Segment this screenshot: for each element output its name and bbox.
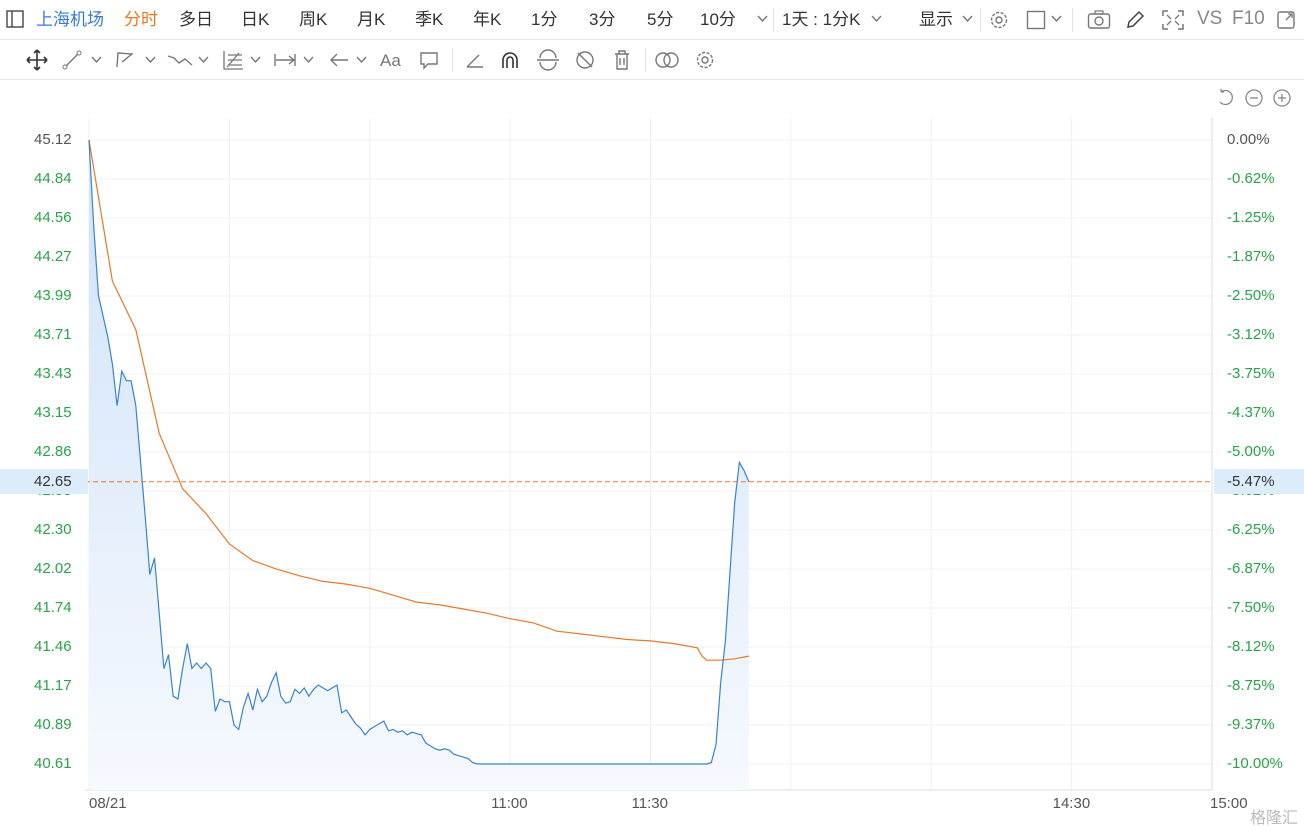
percent-tick-label: -1.25% — [1227, 209, 1275, 226]
time-tick-label: 11:00 — [491, 795, 528, 812]
price-tick-label: 43.15 — [34, 404, 72, 421]
percent-tick-label: -4.37% — [1227, 404, 1275, 421]
price-tick-label: 44.56 — [34, 209, 72, 226]
time-tick-label: 08/21 — [89, 795, 127, 812]
intraday-chart[interactable] — [0, 0, 1304, 830]
chart-grid — [85, 118, 1213, 791]
price-tick-label: 44.84 — [34, 170, 72, 187]
percent-tick-label: -5.00% — [1227, 443, 1275, 460]
current-price: 42.65 — [34, 473, 72, 490]
percent-tick-label: -8.12% — [1227, 638, 1275, 655]
price-tick-label: 43.43 — [34, 365, 72, 382]
percent-tick-label: -6.25% — [1227, 521, 1275, 538]
price-tick-label: 42.02 — [34, 560, 72, 577]
price-tick-label: 41.17 — [34, 677, 72, 694]
time-tick-label: 14:30 — [1052, 795, 1091, 812]
price-tick-label: 41.46 — [34, 638, 72, 655]
percent-tick-label: -10.00% — [1227, 755, 1283, 772]
percent-tick-label: -1.87% — [1227, 248, 1275, 265]
price-tick-label: 42.86 — [34, 443, 72, 460]
current-price-tag: 42.65 — [0, 469, 88, 494]
price-tick-label: 43.99 — [34, 287, 72, 304]
percent-tick-label: -3.75% — [1227, 365, 1275, 382]
watermark: 格隆汇 — [1249, 810, 1298, 827]
price-tick-label: 44.27 — [34, 248, 72, 265]
current-pct: -5.47% — [1227, 473, 1275, 490]
percent-tick-label: -6.87% — [1227, 560, 1275, 577]
percent-tick-label: -8.75% — [1227, 677, 1275, 694]
price-area — [89, 140, 749, 790]
percent-tick-label: -9.37% — [1227, 716, 1275, 733]
price-tick-label: 40.89 — [34, 716, 72, 733]
price-tick-label: 40.61 — [34, 755, 72, 772]
percent-tick-label: -0.62% — [1227, 170, 1275, 187]
price-tick-label: 41.74 — [34, 599, 72, 616]
percent-tick-label: -3.12% — [1227, 326, 1275, 343]
percent-tick-label: -7.50% — [1227, 599, 1275, 616]
chart-series — [85, 139, 1212, 790]
price-tick-label: 45.12 — [34, 131, 72, 148]
price-tick-label: 43.71 — [34, 326, 72, 343]
percent-tick-label: 0.00% — [1227, 131, 1270, 148]
price-tick-label: 42.30 — [34, 521, 72, 538]
time-tick-label: 11:30 — [631, 795, 668, 812]
time-tick-label: 15:00 — [1210, 795, 1248, 812]
current-pct-tag: -5.47% — [1214, 469, 1304, 494]
percent-tick-label: -2.50% — [1227, 287, 1275, 304]
